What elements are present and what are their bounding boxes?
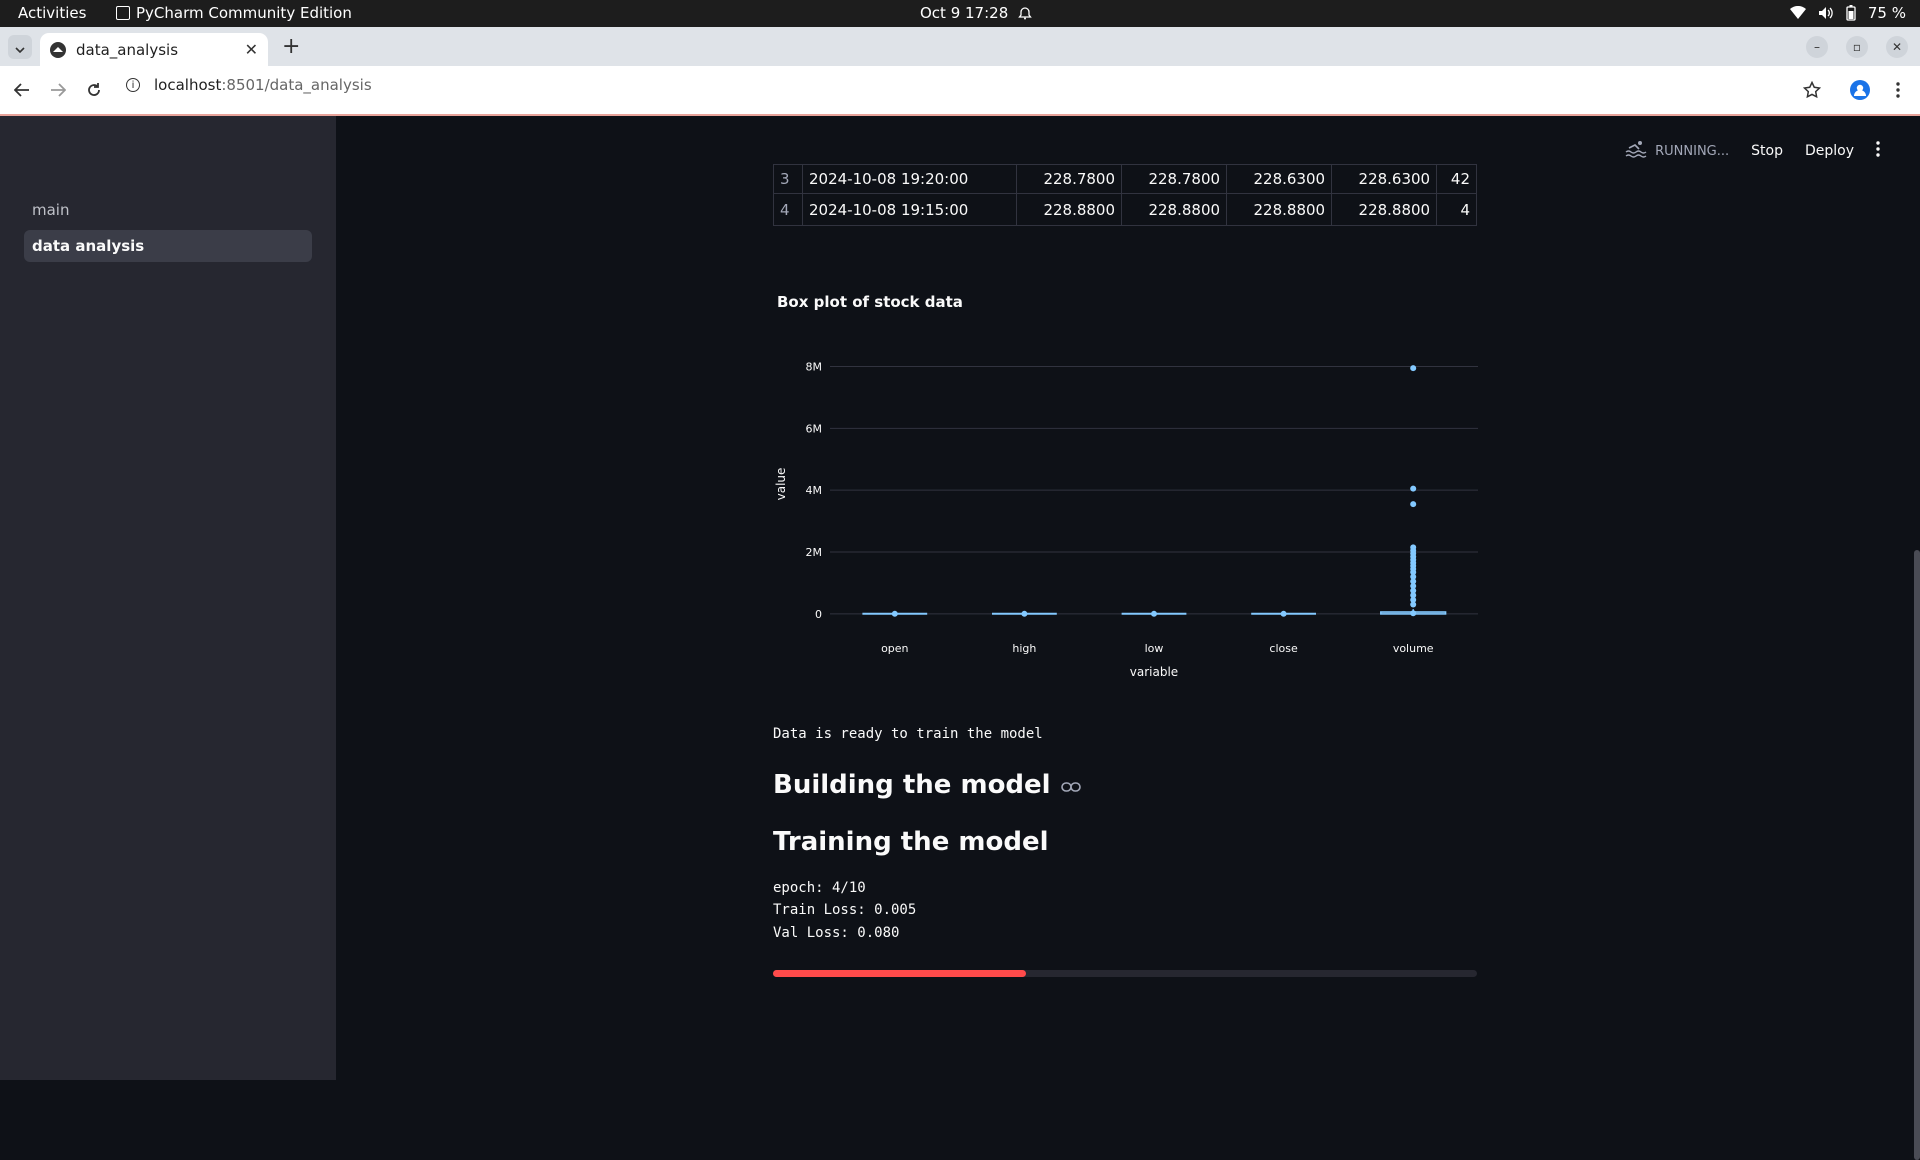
heading-building-model: Building the model [773, 770, 1081, 800]
profile-avatar-icon[interactable] [1848, 78, 1872, 102]
browser-toolbar: i localhost:8501/data_analysis [0, 66, 1920, 116]
main-menu-icon[interactable] [1876, 141, 1880, 161]
chart-title: Box plot of stock data [777, 293, 963, 311]
x-tick-label: open [881, 642, 908, 655]
close-window-button[interactable]: ✕ [1886, 36, 1908, 58]
os-top-bar: Activities PyCharm Community Edition Oct… [0, 0, 1920, 27]
cell-time: 2024-10-08 19:20:00 [802, 164, 1017, 194]
cell-value: 228.6300 [1331, 164, 1438, 194]
training-progress-bar [773, 970, 1477, 977]
restore-button[interactable]: ▫ [1846, 36, 1868, 58]
val-loss-text: Val Loss: 0.080 [773, 925, 900, 941]
outlier-point [1410, 601, 1417, 608]
tab-title: data_analysis [76, 40, 179, 59]
volume-icon [1818, 6, 1834, 20]
bookmark-star-icon[interactable] [1800, 78, 1824, 102]
system-tray[interactable]: 75 % [1789, 4, 1906, 22]
heading-text: Training the model [773, 827, 1049, 857]
app-menu[interactable]: PyCharm Community Edition [116, 4, 352, 22]
cell-value: 228.8800 [1331, 193, 1438, 226]
browser-tab[interactable]: data_analysis ✕ [40, 33, 268, 66]
table-row: 3 2024-10-08 19:20:00 228.7800 228.7800 … [773, 164, 1477, 194]
sidebar-item-main[interactable]: main [24, 194, 312, 226]
deploy-button[interactable]: Deploy [1805, 143, 1854, 159]
new-tab-button[interactable]: + [282, 34, 300, 59]
x-tick-label: low [1145, 642, 1164, 655]
y-tick-label: 0 [815, 608, 822, 621]
median-point [1280, 610, 1287, 617]
battery-percent: 75 % [1867, 4, 1906, 22]
url-path: :8501/data_analysis [221, 76, 372, 94]
datetime: Oct 9 17:28 [920, 4, 1009, 22]
tab-close-icon[interactable]: ✕ [245, 40, 258, 59]
cell-value: 228.6300 [1226, 164, 1333, 194]
epoch-text: epoch: 4/10 [773, 880, 866, 896]
address-bar[interactable]: i localhost:8501/data_analysis [126, 76, 372, 94]
y-axis-label: value [774, 468, 788, 501]
reload-icon[interactable] [82, 78, 106, 102]
clock[interactable]: Oct 9 17:28 [920, 4, 1033, 22]
progress-fill [773, 970, 1027, 977]
heading-training-model: Training the model [773, 827, 1049, 857]
heading-text: Building the model [773, 770, 1051, 800]
median-point [1410, 610, 1417, 617]
y-tick-label: 6M [806, 422, 823, 435]
median-point [1021, 610, 1028, 617]
url-host: localhost [154, 76, 222, 94]
outlier-point [1410, 501, 1417, 508]
outlier-point [1410, 365, 1417, 372]
scrollbar[interactable] [1914, 550, 1920, 1160]
sidebar-item-data-analysis[interactable]: data analysis [24, 230, 312, 262]
app-name: PyCharm Community Edition [136, 4, 352, 22]
data-table[interactable]: 3 2024-10-08 19:20:00 228.7800 228.7800 … [773, 164, 1477, 226]
browser-menu-icon[interactable] [1886, 78, 1910, 102]
tab-strip: data_analysis ✕ + – ▫ ✕ [0, 27, 1920, 66]
cell-value: 228.7800 [1015, 164, 1123, 194]
x-axis-label: variable [1130, 665, 1178, 679]
cell-value: 4 [1436, 193, 1477, 226]
cell-time: 2024-10-08 19:15:00 [802, 193, 1017, 226]
tab-search-button[interactable] [8, 35, 32, 59]
chevron-down-icon [15, 38, 25, 57]
median-point [1151, 610, 1157, 617]
cell-value: 228.7800 [1121, 164, 1228, 194]
cell-value: 228.8800 [1226, 193, 1333, 226]
y-tick-label: 4M [806, 484, 823, 497]
alarm-icon [1018, 6, 1033, 20]
box-plot-chart[interactable]: 0 2M 4M 6M 8M open high low close volume variable v… [773, 340, 1483, 680]
minimize-button[interactable]: – [1806, 36, 1828, 58]
site-info-icon[interactable]: i [126, 78, 140, 92]
x-tick-label: volume [1393, 642, 1434, 655]
cell-value: 228.8800 [1015, 193, 1123, 226]
anchor-link-icon[interactable] [1060, 770, 1081, 800]
status-area: RUNNING... Stop Deploy [1625, 140, 1880, 162]
y-tick-label: 8M [806, 361, 823, 374]
streamlit-favicon-icon [50, 41, 66, 58]
running-indicator: RUNNING... [1625, 140, 1729, 162]
x-tick-label: high [1012, 642, 1036, 655]
running-label: RUNNING... [1655, 143, 1730, 159]
x-tick-label: close [1269, 642, 1298, 655]
swimmer-icon [1625, 140, 1647, 162]
table-row: 4 2024-10-08 19:15:00 228.8800 228.8800 … [773, 193, 1477, 226]
back-icon[interactable] [10, 78, 34, 102]
cell-value: 42 [1436, 164, 1477, 194]
sidebar: main data analysis [0, 116, 336, 1080]
wifi-icon [1789, 6, 1806, 20]
activities-button[interactable]: Activities [18, 4, 86, 22]
pycharm-icon [116, 6, 130, 20]
outlier-point [1410, 485, 1417, 492]
y-tick-label: 2M [806, 546, 823, 559]
row-index: 3 [773, 164, 803, 194]
forward-icon[interactable] [46, 78, 70, 102]
cell-value: 228.8800 [1121, 193, 1228, 226]
train-loss-text: Train Loss: 0.005 [773, 902, 917, 918]
battery-icon [1846, 5, 1856, 21]
data-ready-message: Data is ready to train the model [773, 726, 1043, 742]
median-point [891, 610, 898, 617]
row-index: 4 [773, 193, 803, 226]
stop-button[interactable]: Stop [1751, 143, 1783, 159]
